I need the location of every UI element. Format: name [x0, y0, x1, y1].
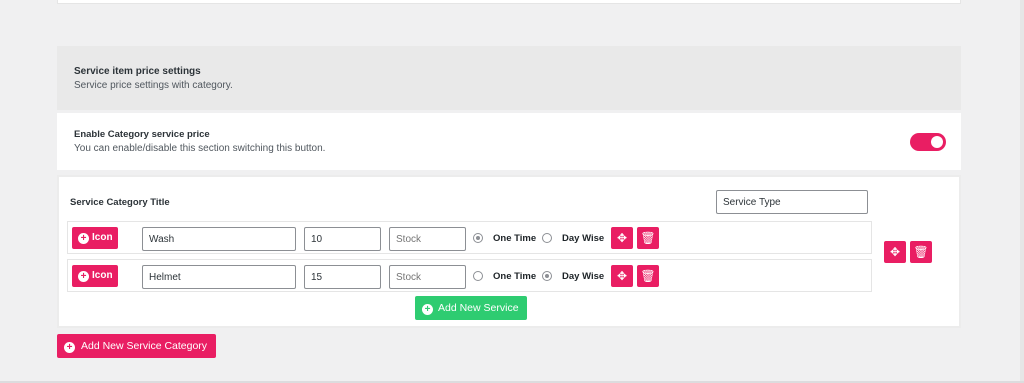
add-new-service-button[interactable]: + Add New Service — [415, 296, 527, 320]
service-row: +Icon One Time Day Wise ✥ 🗑 — [67, 221, 872, 254]
service-row: +Icon One Time Day Wise ✥ 🗑 — [67, 259, 872, 292]
plus-icon: + — [422, 304, 433, 315]
service-type-input[interactable] — [716, 190, 868, 214]
enable-title: Enable Category service price — [74, 129, 210, 140]
enable-category-toggle[interactable] — [910, 133, 946, 151]
plus-icon: + — [78, 271, 89, 282]
section-header: Service item price settings Service pric… — [57, 46, 961, 110]
section-title: Service item price settings — [74, 66, 201, 77]
trash-icon[interactable]: 🗑 — [637, 265, 659, 287]
trash-icon[interactable]: 🗑 — [637, 227, 659, 249]
service-name-input[interactable] — [142, 227, 296, 251]
add-category-label: Add New Service Category — [81, 340, 208, 352]
category-trash-icon[interactable]: 🗑 — [910, 241, 932, 263]
category-move-icon[interactable]: ✥ — [884, 241, 906, 263]
service-price-input[interactable] — [304, 227, 381, 251]
icon-button-label: Icon — [92, 270, 113, 281]
plus-icon: + — [64, 342, 75, 353]
one-time-label: One Time — [493, 233, 537, 244]
day-wise-radio[interactable] — [542, 233, 552, 243]
previous-section-card — [57, 0, 961, 4]
page: Service item price settings Service pric… — [0, 0, 1024, 383]
day-wise-label: Day Wise — [562, 233, 605, 244]
move-icon[interactable]: ✥ — [611, 265, 633, 287]
section-subtitle: Service price settings with category. — [74, 80, 233, 91]
enable-subtitle: You can enable/disable this section swit… — [74, 143, 326, 154]
add-service-label: Add New Service — [438, 302, 519, 314]
service-name-input[interactable] — [142, 265, 296, 289]
plus-icon: + — [78, 233, 89, 244]
service-price-input[interactable] — [304, 265, 381, 289]
page-edge — [1020, 0, 1024, 383]
service-stock-input[interactable] — [389, 265, 466, 289]
icon-picker-button[interactable]: + Icon — [72, 227, 118, 249]
service-category-box: Service Category Title +Icon One Time Da… — [57, 175, 961, 328]
toggle-knob — [931, 136, 943, 148]
move-icon[interactable]: ✥ — [611, 227, 633, 249]
icon-picker-button[interactable]: + Icon — [72, 265, 118, 287]
one-time-radio[interactable] — [473, 271, 483, 281]
day-wise-label: Day Wise — [562, 271, 605, 282]
day-wise-radio[interactable] — [542, 271, 552, 281]
enable-category-row: Enable Category service price You can en… — [57, 113, 961, 170]
one-time-label: One Time — [493, 271, 537, 282]
one-time-radio[interactable] — [473, 233, 483, 243]
add-new-service-category-button[interactable]: + Add New Service Category — [57, 334, 216, 358]
icon-button-label: Icon — [92, 232, 113, 243]
service-category-title-label: Service Category Title — [70, 197, 170, 208]
service-stock-input[interactable] — [389, 227, 466, 251]
